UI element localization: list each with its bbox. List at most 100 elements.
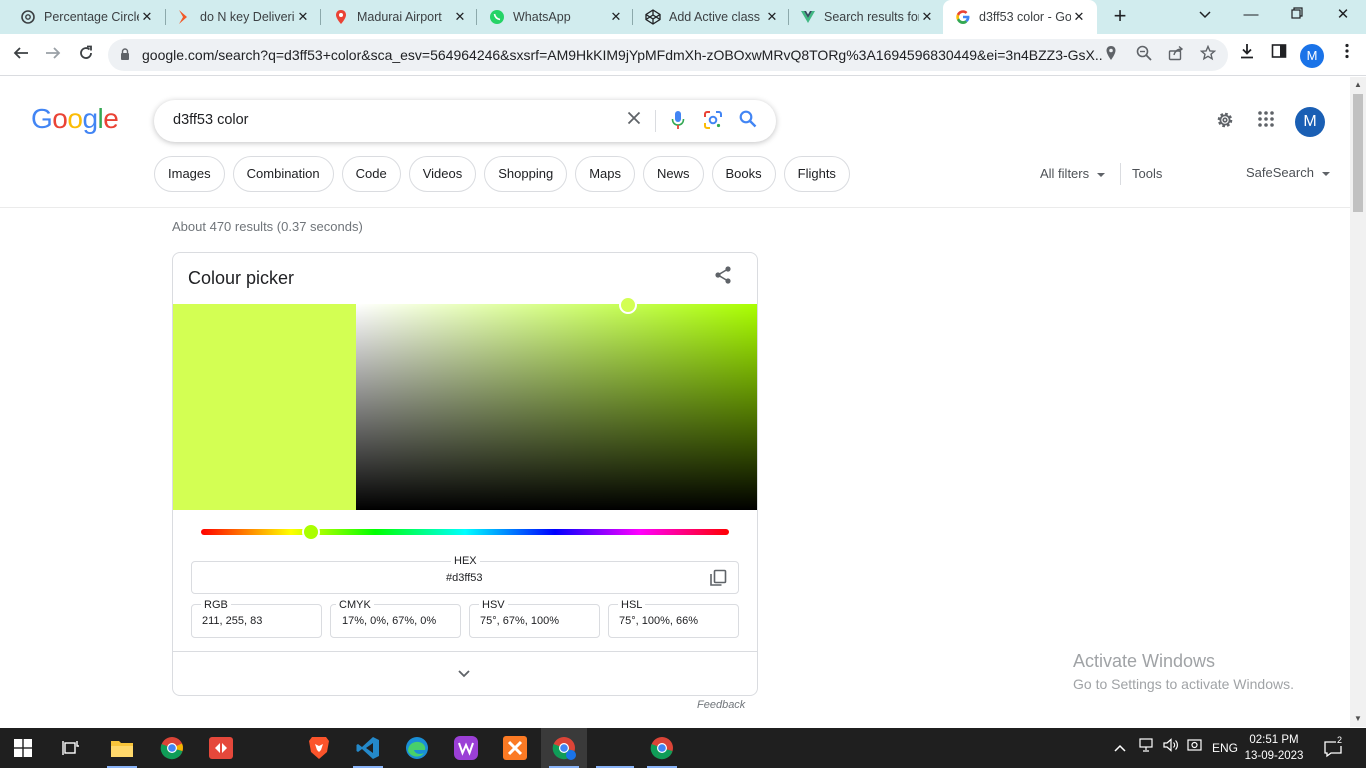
chrome-taskbar-button[interactable] (149, 728, 195, 768)
restore-button[interactable] (1274, 0, 1320, 34)
scrollbar-thumb[interactable] (1353, 94, 1363, 212)
location-icon[interactable] (1101, 45, 1121, 65)
vscode-taskbar-button[interactable] (345, 728, 391, 768)
close-icon[interactable]: ✕ (764, 9, 780, 25)
feedback-link[interactable]: Feedback (697, 699, 745, 711)
hue-slider-handle[interactable] (301, 523, 320, 541)
tab-madurai-airport[interactable]: Madurai Airport ✕ (313, 0, 478, 34)
page-scrollbar[interactable]: ▲ ▼ (1350, 77, 1366, 727)
side-panel-button[interactable] (1266, 42, 1292, 68)
all-filters-button[interactable]: All filters (1040, 166, 1106, 181)
tab-percentage-circle[interactable]: Percentage Circle ✕ (0, 0, 165, 34)
safesearch-button[interactable]: SafeSearch (1246, 165, 1330, 180)
tools-button[interactable]: Tools (1132, 166, 1162, 181)
cmyk-value[interactable]: 17%, 0%, 67%, 0% (342, 615, 436, 627)
account-avatar[interactable]: M (1295, 107, 1325, 137)
chip-maps[interactable]: Maps (575, 156, 635, 192)
edge-taskbar-button[interactable] (394, 728, 440, 768)
chrome-icon (552, 737, 576, 760)
bookmark-star-icon[interactable] (1198, 44, 1218, 65)
chrome-taskbar-button-2[interactable] (639, 728, 685, 768)
start-button[interactable] (0, 728, 46, 768)
app-taskbar-button[interactable] (443, 728, 489, 768)
browser-menu-button[interactable] (1334, 42, 1360, 68)
tab-search-results[interactable]: Search results for ✕ (780, 0, 945, 34)
codepen-icon (645, 9, 661, 25)
input-language[interactable]: ENG (1212, 728, 1238, 768)
network-status[interactable] (1139, 728, 1155, 768)
running-app-taskbar-button[interactable] (592, 728, 638, 768)
chip-shopping[interactable]: Shopping (484, 156, 568, 192)
chip-news[interactable]: News (642, 156, 704, 192)
tab-whatsapp[interactable]: WhatsApp ✕ (469, 0, 634, 34)
hsl-value[interactable]: 75°, 100%, 66% (619, 615, 698, 627)
tab-add-active-class[interactable]: Add Active class ✕ (625, 0, 790, 34)
apps-button[interactable] (1254, 110, 1278, 134)
hex-label: HEX (451, 555, 480, 567)
chip-books[interactable]: Books (711, 156, 776, 192)
back-button[interactable] (8, 42, 34, 68)
saturation-value-area[interactable] (356, 304, 757, 510)
colour-picker-card: Colour picker HEX #d3ff53 RGB 211, 255, … (172, 252, 758, 696)
tab-d3ff53-color[interactable]: d3ff53 color - Go ✕ (943, 0, 1097, 34)
chrome-profile-taskbar-button[interactable] (541, 728, 587, 768)
close-window-button[interactable]: ✕ (1320, 0, 1366, 34)
hex-value[interactable]: #d3ff53 (446, 572, 483, 584)
chip-videos[interactable]: Videos (408, 156, 477, 192)
close-icon[interactable]: ✕ (919, 9, 935, 25)
zoom-icon[interactable] (1134, 45, 1154, 65)
tab-delivery[interactable]: do N key Deliveri ✕ (156, 0, 321, 34)
chip-combination[interactable]: Combination (232, 156, 334, 192)
app-taskbar-button[interactable] (198, 728, 244, 768)
browser-profile-button[interactable]: M (1300, 44, 1324, 68)
address-bar[interactable]: google.com/search?q=d3ff53+color&sca_esv… (108, 39, 1228, 71)
chevron-up-icon (1114, 744, 1126, 752)
volume-button[interactable] (1163, 728, 1179, 768)
file-explorer-button[interactable] (99, 728, 145, 768)
scroll-up-arrow[interactable]: ▲ (1354, 80, 1362, 89)
brave-taskbar-button[interactable] (296, 728, 342, 768)
app-icon (176, 9, 192, 25)
xampp-taskbar-button[interactable] (492, 728, 538, 768)
search-button[interactable] (737, 110, 759, 132)
expand-button[interactable] (458, 665, 470, 681)
reload-button[interactable] (73, 42, 99, 68)
saturation-value-handle[interactable] (619, 296, 637, 314)
hue-slider[interactable] (201, 529, 729, 535)
forward-button[interactable] (40, 42, 66, 68)
header-divider (0, 207, 1350, 208)
chip-flights[interactable]: Flights (783, 156, 850, 192)
chevron-down-icon (1199, 11, 1211, 19)
close-icon[interactable]: ✕ (139, 9, 155, 25)
lens-search-button[interactable] (702, 110, 724, 132)
show-hidden-icons-button[interactable] (1114, 728, 1126, 768)
close-icon[interactable]: ✕ (295, 9, 311, 25)
close-icon[interactable]: ✕ (608, 9, 624, 25)
camera-privacy-button[interactable] (1187, 728, 1203, 768)
copy-icon (710, 569, 727, 586)
close-icon[interactable]: ✕ (452, 9, 468, 25)
new-tab-button[interactable]: + (1108, 4, 1132, 28)
url-text[interactable]: google.com/search?q=d3ff53+color&sca_esv… (142, 47, 1102, 63)
close-icon[interactable]: ✕ (1071, 9, 1087, 25)
share-button[interactable] (713, 265, 737, 289)
scroll-down-arrow[interactable]: ▼ (1354, 714, 1362, 723)
downloads-button[interactable] (1234, 42, 1260, 68)
copy-button[interactable] (709, 569, 729, 589)
notifications-button[interactable]: 2 (1324, 728, 1346, 768)
hsv-value[interactable]: 75°, 67%, 100% (480, 615, 559, 627)
share-page-icon[interactable] (1166, 45, 1186, 65)
rgb-value[interactable]: 211, 255, 83 (202, 615, 262, 627)
google-logo[interactable]: Google (31, 103, 119, 135)
settings-button[interactable] (1213, 110, 1237, 134)
task-view-button[interactable] (48, 728, 94, 768)
tab-search-button[interactable] (1182, 0, 1228, 34)
search-box[interactable]: d3ff53 color (154, 100, 776, 142)
clear-search-button[interactable] (623, 110, 645, 132)
taskbar-clock[interactable]: 02:51 PM 13-09-2023 (1244, 732, 1304, 764)
chip-images[interactable]: Images (154, 156, 225, 192)
search-input[interactable]: d3ff53 color (173, 112, 249, 128)
voice-search-button[interactable] (667, 110, 689, 132)
chip-code[interactable]: Code (341, 156, 401, 192)
minimize-button[interactable]: — (1228, 0, 1274, 34)
